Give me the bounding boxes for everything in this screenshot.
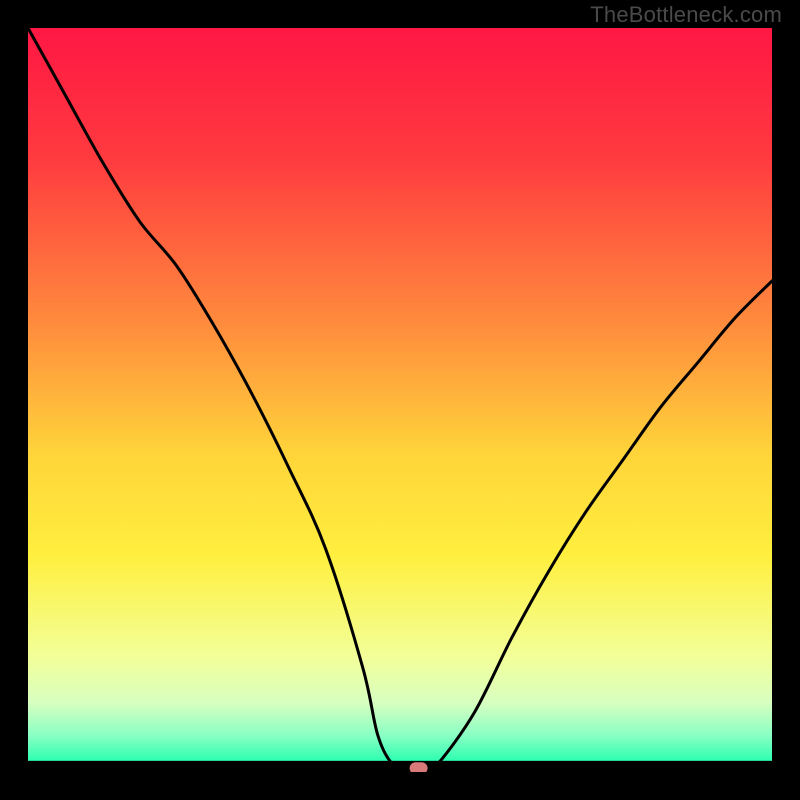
gradient-background bbox=[28, 28, 772, 761]
plot-area bbox=[28, 28, 772, 772]
bottleneck-chart bbox=[28, 28, 772, 772]
watermark-text: TheBottleneck.com bbox=[590, 2, 782, 28]
chart-frame: TheBottleneck.com bbox=[0, 0, 800, 800]
optimal-point-marker bbox=[410, 762, 428, 772]
